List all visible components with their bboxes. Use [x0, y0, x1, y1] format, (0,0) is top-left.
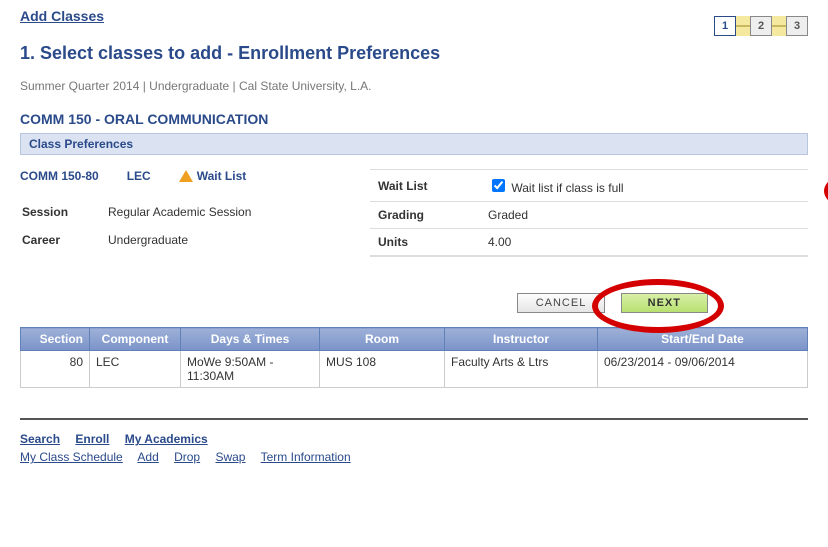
col-section: Section — [21, 328, 90, 351]
col-dates: Start/End Date — [598, 328, 808, 351]
link-my-class-schedule[interactable]: My Class Schedule — [20, 450, 123, 464]
session-value: Regular Academic Session — [108, 201, 263, 227]
waitlist-status: Wait List — [179, 169, 247, 183]
link-my-academics[interactable]: My Academics — [125, 432, 208, 446]
cell-instructor: Faculty Arts & Ltrs — [445, 351, 598, 388]
annotation-circle-icon — [824, 156, 828, 226]
link-swap[interactable]: Swap — [215, 450, 245, 464]
progress-wizard: 1 2 3 — [714, 16, 808, 36]
wizard-step-3: 3 — [786, 16, 808, 36]
page-title: Add Classes — [20, 6, 808, 28]
link-enroll[interactable]: Enroll — [75, 432, 109, 446]
class-component: LEC — [127, 169, 151, 183]
grading-value: Graded — [488, 208, 800, 222]
col-component: Component — [90, 328, 181, 351]
units-value: 4.00 — [488, 235, 800, 249]
cell-component: LEC — [90, 351, 181, 388]
section-header-preferences: Class Preferences — [20, 133, 808, 155]
link-search[interactable]: Search — [20, 432, 60, 446]
cancel-button[interactable]: Cancel — [517, 293, 606, 313]
next-button[interactable]: Next — [621, 293, 708, 313]
cell-dates: 06/23/2014 - 09/06/2014 — [598, 351, 808, 388]
cell-days: MoWe 9:50AM - 11:30AM — [181, 351, 320, 388]
warning-triangle-icon — [179, 170, 193, 182]
wizard-step-1: 1 — [714, 16, 736, 36]
col-room: Room — [320, 328, 445, 351]
units-label: Units — [378, 235, 488, 249]
enrollment-preferences: Wait List Wait list if class is full Gra… — [370, 169, 808, 257]
wizard-connector — [736, 25, 750, 27]
waitlist-checkbox-text: Wait list if class is full — [511, 181, 623, 195]
course-title: COMM 150 - ORAL COMMUNICATION — [20, 111, 808, 127]
session-label: Session — [22, 201, 106, 227]
footer-links: Search Enroll My Academics My Class Sche… — [20, 418, 808, 464]
context-line: Summer Quarter 2014 | Undergraduate | Ca… — [20, 79, 808, 93]
grading-label: Grading — [378, 208, 488, 222]
career-value: Undergraduate — [108, 229, 263, 255]
link-drop[interactable]: Drop — [174, 450, 200, 464]
wizard-connector — [772, 25, 786, 27]
cell-room: MUS 108 — [320, 351, 445, 388]
link-term-info[interactable]: Term Information — [261, 450, 351, 464]
link-add[interactable]: Add — [137, 450, 158, 464]
col-instructor: Instructor — [445, 328, 598, 351]
career-label: Career — [22, 229, 106, 255]
col-days: Days & Times — [181, 328, 320, 351]
schedule-table: Section Component Days & Times Room Inst… — [20, 327, 808, 388]
cell-section: 80 — [21, 351, 90, 388]
table-row: 80 LEC MoWe 9:50AM - 11:30AM MUS 108 Fac… — [21, 351, 808, 388]
wizard-step-2: 2 — [750, 16, 772, 36]
class-code: COMM 150-80 — [20, 169, 99, 183]
page-subtitle: 1. Select classes to add - Enrollment Pr… — [20, 42, 808, 65]
waitlist-status-label: Wait List — [197, 169, 247, 183]
waitlist-pref-label: Wait List — [378, 179, 488, 193]
class-info-table: Session Regular Academic Session Career … — [20, 199, 265, 257]
waitlist-checkbox[interactable] — [492, 179, 505, 192]
